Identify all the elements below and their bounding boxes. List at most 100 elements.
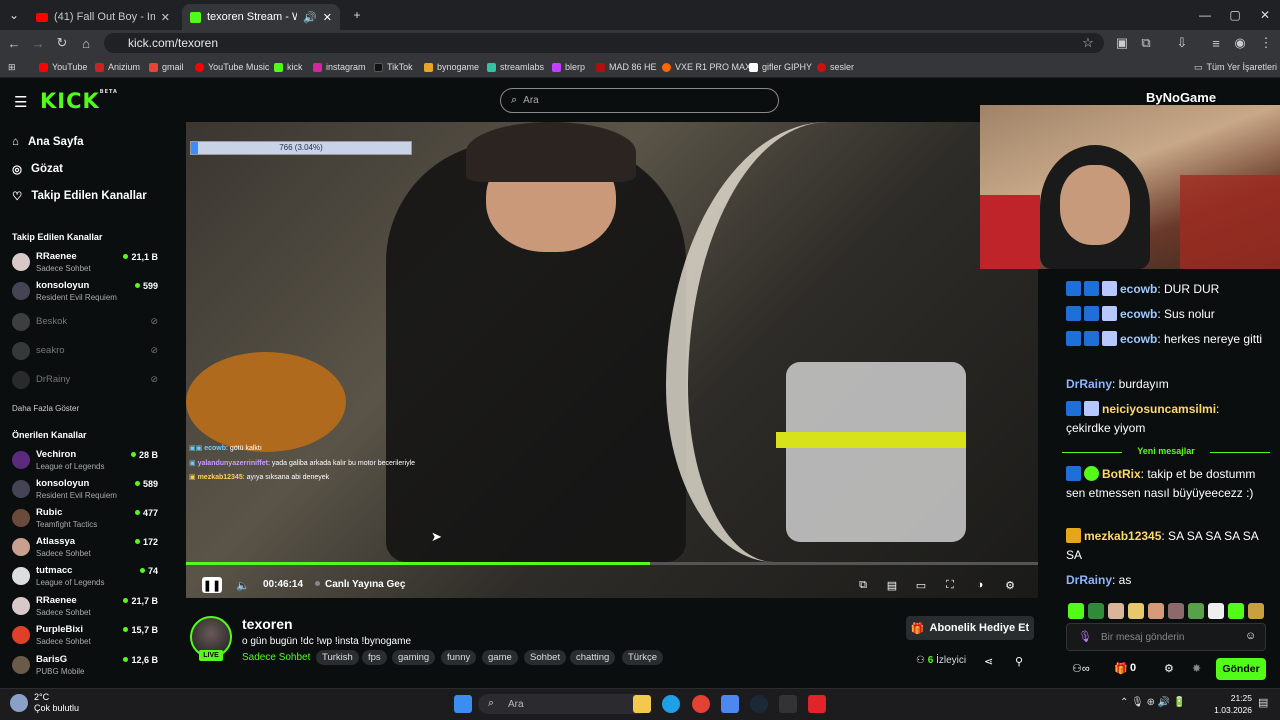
microphone-icon[interactable]: 🎙	[1078, 630, 1092, 643]
recommended-channel[interactable]: Atlassya Sadece Sohbet 172	[12, 535, 162, 563]
share-icon[interactable]: ⋖	[984, 655, 993, 668]
send-button[interactable]: Gönder	[1216, 658, 1266, 680]
bookmark-youtube[interactable]: YouTube	[39, 60, 87, 74]
emote-icon[interactable]	[1148, 603, 1164, 619]
edge-icon[interactable]	[662, 695, 680, 713]
emote-icon[interactable]	[1068, 603, 1084, 619]
kick-logo[interactable]: KICKBETA	[40, 89, 118, 113]
chat-settings-icon[interactable]: ⚙	[1164, 662, 1174, 675]
channel-name[interactable]: texoren	[242, 616, 293, 632]
bookmark-anizium[interactable]: Anizium	[95, 60, 140, 74]
bookmark-streamlabs[interactable]: streamlabs	[487, 60, 544, 74]
fullscreen-button[interactable]: ⛶	[942, 577, 958, 593]
store-icon[interactable]	[721, 695, 739, 713]
show-more-link[interactable]: Daha Fazla Göster	[12, 404, 79, 413]
nav-browse[interactable]: ◎ Gözat	[12, 159, 63, 179]
followed-channel[interactable]: RRaenee Sadece Sohbet 21,1 B	[12, 250, 162, 278]
back-icon[interactable]: ←	[4, 33, 24, 53]
tag-chip[interactable]: funny	[441, 650, 477, 665]
recommended-channel[interactable]: Rubic Teamfight Tactics 477	[12, 506, 162, 534]
profile-avatar[interactable]: ◉	[1230, 33, 1250, 53]
emote-icon[interactable]	[1088, 603, 1104, 619]
maximize-icon[interactable]: ▢	[1218, 0, 1252, 30]
chat-username[interactable]: DrRainy	[1066, 573, 1112, 587]
chat-username[interactable]: BotRix	[1102, 467, 1141, 481]
extension-icon[interactable]: ▣	[1112, 33, 1132, 53]
emote-icon[interactable]	[1228, 603, 1244, 619]
emote-icon[interactable]	[1128, 603, 1144, 619]
steam-icon[interactable]	[750, 695, 768, 713]
clock[interactable]: 21:25 1.03.2026	[1214, 692, 1252, 716]
bookmark-vxe[interactable]: VXE R1 PRO MAX	[662, 60, 751, 74]
bookmark-kick[interactable]: kick	[274, 60, 303, 74]
tag-chip[interactable]: Turkish	[316, 650, 359, 665]
epic-games-icon[interactable]	[779, 695, 797, 713]
bookmark-gmail[interactable]: gmail	[149, 60, 184, 74]
followed-channel-offline[interactable]: Beskok ⊘	[12, 310, 162, 338]
new-tab-button[interactable]: +	[340, 0, 374, 30]
follow-icon[interactable]: ⚲	[1015, 655, 1023, 668]
chat-username[interactable]: mezkab12345	[1084, 529, 1161, 543]
close-window-icon[interactable]: ✕	[1248, 0, 1280, 30]
media-icon[interactable]: ≡	[1206, 33, 1226, 53]
emoji-icon[interactable]: ☺	[1245, 630, 1256, 642]
settings-button[interactable]: ⚙	[1001, 577, 1019, 593]
speaker-icon[interactable]: 🔊	[303, 11, 317, 24]
video-player[interactable]	[186, 122, 1038, 598]
menu-icon[interactable]: ⋮	[1256, 33, 1276, 53]
forward-icon[interactable]: →	[28, 33, 48, 53]
chat-message-input[interactable]: Bir mesaj gönderin	[1066, 623, 1266, 651]
bookmark-blerp[interactable]: blerp	[552, 60, 585, 74]
browser-tab-kick[interactable]: texoren Stream - Watch Live 🔊 ✕	[182, 4, 340, 30]
reload-icon[interactable]: ↻	[52, 33, 72, 53]
nav-following[interactable]: ♡ Takip Edilen Kanallar	[12, 186, 147, 206]
bookmark-giphy[interactable]: gifler GIPHY	[749, 60, 812, 74]
weather-icon[interactable]	[10, 694, 28, 712]
emote-icon[interactable]	[1188, 603, 1204, 619]
tag-chip[interactable]: gaming	[392, 650, 436, 665]
recommended-channel[interactable]: Vechiron League of Legends 28 B	[12, 448, 162, 476]
tag-chip[interactable]: fps	[362, 650, 387, 665]
chat-username[interactable]: ecowb	[1120, 332, 1157, 346]
followed-channel[interactable]: konsoloyun Resident Evil Requiem 599	[12, 279, 162, 307]
tab-search-icon[interactable]: ⌄	[0, 0, 28, 30]
notification-icon[interactable]: ▤	[1258, 696, 1268, 709]
tag-chip[interactable]: game	[482, 650, 518, 665]
tag-chip[interactable]: Sohbet	[524, 650, 567, 665]
emote-icon[interactable]	[1168, 603, 1184, 619]
recommended-channel[interactable]: PurpleBixi Sadece Sohbet 15,7 B	[12, 623, 162, 651]
gift-icon[interactable]: 🎁	[1114, 662, 1128, 675]
recommended-channel[interactable]: konsoloyun Resident Evil Requiem 589	[12, 477, 162, 505]
emote-icon[interactable]	[1248, 603, 1264, 619]
browser-tab-youtube[interactable]: (41) Fall Out Boy - Immortals (f ✕	[28, 4, 178, 30]
apps-icon[interactable]: ⊞	[8, 60, 16, 74]
search-input[interactable]: ⌕ Ara	[500, 88, 779, 113]
close-icon[interactable]: ✕	[323, 11, 332, 24]
volume-button[interactable]: 🔈	[234, 577, 252, 593]
chrome-icon[interactable]	[692, 695, 710, 713]
recommended-channel[interactable]: BarisG PUBG Mobile 12,6 B	[12, 653, 162, 681]
pause-button[interactable]: ❚❚	[202, 577, 222, 593]
bookmark-bynogame[interactable]: bynogame	[424, 60, 479, 74]
chat-username[interactable]: ecowb	[1120, 282, 1157, 296]
all-bookmarks[interactable]: ▭ Tüm Yer İşaretleri	[1194, 60, 1277, 74]
url-input[interactable]: kick.com/texoren	[104, 33, 1104, 53]
miniplayer-button[interactable]: ⧉	[855, 577, 871, 593]
file-explorer-icon[interactable]	[633, 695, 651, 713]
chat-username[interactable]: ecowb	[1120, 307, 1157, 321]
recommended-channel[interactable]: RRaenee Sadece Sohbet 21,7 B	[12, 594, 162, 622]
home-browser-icon[interactable]: ⌂	[76, 33, 96, 53]
recommended-channel[interactable]: tutmacc League of Legends 74	[12, 564, 162, 592]
hamburger-menu-icon[interactable]: ☰	[14, 93, 27, 111]
followed-channel-offline[interactable]: DrRainy ⊘	[12, 368, 162, 396]
tag-chip[interactable]: Türkçe	[622, 650, 664, 665]
stream-category[interactable]: Sadece Sohbet	[242, 652, 310, 663]
gift-subscription-button[interactable]: 🎁 Abonelik Hediye Et	[906, 616, 1034, 640]
app-icon[interactable]	[808, 695, 826, 713]
bookmark-tiktok[interactable]: TikTok	[374, 60, 413, 74]
windows-start-icon[interactable]	[454, 695, 472, 713]
clip-button[interactable]: ▤	[884, 577, 900, 593]
emote-icon[interactable]	[1108, 603, 1124, 619]
emote-icon[interactable]	[1208, 603, 1224, 619]
followed-channel-offline[interactable]: seakro ⊘	[12, 339, 162, 367]
